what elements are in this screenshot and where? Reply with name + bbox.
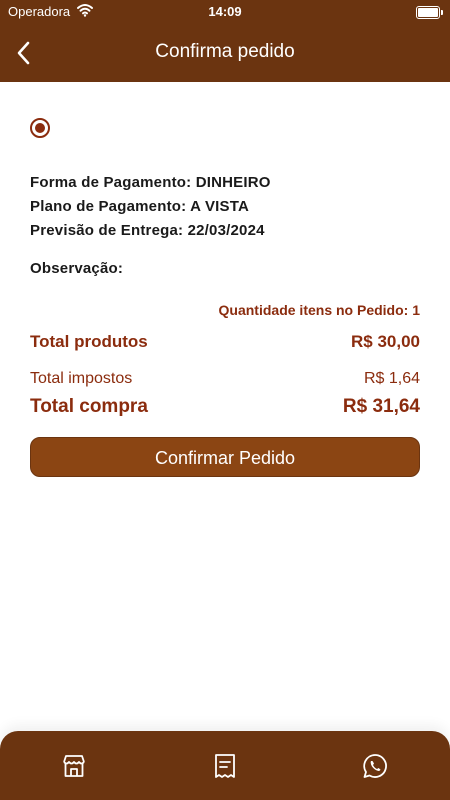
battery-icon bbox=[416, 6, 443, 19]
nav-bar: Confirma pedido bbox=[0, 24, 450, 82]
bottom-tab-bar bbox=[0, 731, 450, 800]
status-bar: Operadora 14:09 bbox=[0, 0, 450, 24]
total-products-label: Total produtos bbox=[30, 332, 148, 351]
tab-store[interactable] bbox=[59, 751, 89, 781]
total-taxes-value: R$ 1,64 bbox=[363, 370, 420, 387]
clock: 14:09 bbox=[208, 4, 242, 19]
whatsapp-icon bbox=[363, 754, 387, 778]
confirm-order-button[interactable]: Confirmar Pedido bbox=[30, 437, 420, 477]
receipt-icon bbox=[215, 754, 235, 778]
total-purchase-value: R$ 31,64 bbox=[342, 396, 420, 417]
payment-plan: Plano de Pagamento: A VISTA bbox=[30, 198, 250, 215]
total-products-value: R$ 30,00 bbox=[351, 332, 420, 351]
tab-receipt[interactable] bbox=[210, 751, 240, 781]
payment-radio[interactable] bbox=[30, 118, 50, 138]
total-purchase-label: Total compra bbox=[30, 396, 148, 417]
tab-whatsapp[interactable] bbox=[360, 751, 390, 781]
radio-selected-dot bbox=[35, 123, 45, 133]
store-icon bbox=[63, 755, 85, 777]
payment-method: Forma de Pagamento: DINHEIRO bbox=[30, 174, 271, 191]
delivery-forecast: Previsão de Entrega: 22/03/2024 bbox=[30, 222, 265, 239]
page-title: Confirma pedido bbox=[155, 41, 295, 62]
observation-label: Observação: bbox=[30, 260, 124, 277]
items-quantity: Quantidade itens no Pedido: 1 bbox=[218, 302, 420, 318]
total-taxes-label: Total impostos bbox=[30, 370, 133, 387]
